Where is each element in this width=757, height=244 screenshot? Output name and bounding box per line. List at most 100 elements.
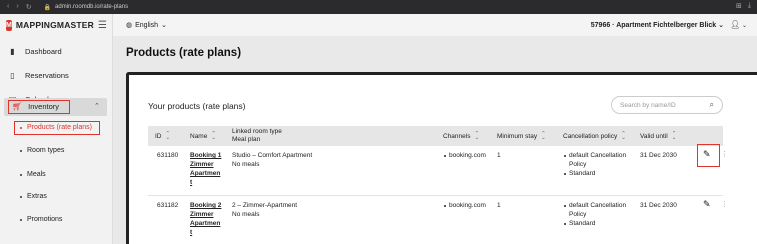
cart-icon: 🛒︎ xyxy=(12,102,23,111)
column-header-label: ID xyxy=(155,132,162,140)
product-name-line: Apartmen xyxy=(190,170,221,177)
column-header-label: Minimum stay xyxy=(497,132,538,140)
sort-icon: ⌃ ⌄ xyxy=(541,131,546,141)
column-header-cancellation[interactable]: Cancellation policy ⌃ ⌄ xyxy=(563,131,626,141)
column-header-name[interactable]: Name ⌃ ⌄ xyxy=(190,131,216,141)
column-header-linked: Linked room type Meal plan xyxy=(232,128,282,144)
column-header-valid-until[interactable]: Valid until ⌃ ⌄ xyxy=(640,131,676,141)
chevron-down-icon: ⌄ xyxy=(718,22,724,29)
cancellation-line: Policy xyxy=(569,161,587,168)
product-name-line: t xyxy=(190,179,193,186)
bullet-icon xyxy=(20,195,22,198)
sidebar-item-dashboard[interactable]: ▮ Dashboard xyxy=(8,47,61,56)
sidebar-item-label: Inventory xyxy=(28,102,60,111)
product-name-line: Booking 1 xyxy=(190,152,222,159)
user-menu[interactable]: 👤︎ ⌄ xyxy=(730,20,747,29)
card-title: Your products (rate plans) xyxy=(148,101,246,111)
product-name-link[interactable]: Booking 2 Zimmer Apartmen t xyxy=(190,201,221,237)
sort-icon: ⌃ ⌄ xyxy=(211,131,216,141)
cell-channel: booking.com xyxy=(444,151,486,160)
bullet-icon xyxy=(444,154,446,157)
cell-cancellation: default Cancellation Policy Standard xyxy=(564,151,626,178)
sidebar-item-label: Reservations xyxy=(25,71,69,80)
reload-icon[interactable]: ↻ xyxy=(26,3,32,11)
download-icon[interactable]: ⤓ xyxy=(748,2,751,10)
address-bar[interactable]: 🔒 admin.roomdb.io/rate-plans xyxy=(44,4,129,11)
cancellation-line: default Cancellation xyxy=(569,202,627,209)
language-label: English xyxy=(135,21,159,29)
column-header-label: Meal plan xyxy=(232,136,261,143)
hamburger-menu-icon[interactable]: ☰ xyxy=(98,20,107,31)
brand-logo: M xyxy=(6,19,12,31)
cancellation-line: Policy xyxy=(569,211,587,218)
channel-name: booking.com xyxy=(449,152,486,159)
row-divider xyxy=(148,195,723,196)
page-title: Products (rate plans) xyxy=(126,47,242,59)
column-header-label: Channels xyxy=(443,132,471,140)
cancellation-extra: Standard xyxy=(569,220,596,227)
room-type: Studio – Comfort Apartment xyxy=(232,152,313,159)
search-icon[interactable]: ⌕ xyxy=(710,100,714,110)
product-name-line: Booking 2 xyxy=(190,202,222,209)
more-options-icon[interactable]: ⋮ xyxy=(721,150,728,158)
bar-chart-icon: ▮ xyxy=(10,47,15,56)
column-header-label: Name xyxy=(190,132,208,140)
sidebar-subitem-label: Room types xyxy=(27,147,65,154)
bullet-icon xyxy=(564,154,566,157)
back-icon[interactable]: ‹ xyxy=(7,3,9,11)
product-name-link[interactable]: Booking 1 Zimmer Apartmen t xyxy=(190,151,221,187)
column-header-min-stay[interactable]: Minimum stay ⌃ ⌄ xyxy=(497,131,546,141)
sidebar-subitem-promotions[interactable]: Promotions xyxy=(20,216,62,223)
extension-icon[interactable]: ⊞ xyxy=(736,2,742,10)
browser-nav: ‹ › ↻ xyxy=(7,3,32,11)
sidebar-subitem-extras[interactable]: Extras xyxy=(20,193,47,200)
sidebar-subitem-room-types[interactable]: Room types xyxy=(20,147,64,154)
user-icon: 👤︎ xyxy=(730,20,741,29)
cell-valid-until: 31 Dec 2030 xyxy=(640,202,677,209)
cell-linked: 2 – Zimmer-Apartment No meals xyxy=(232,201,297,219)
sidebar-subitem-meals[interactable]: Meals xyxy=(20,171,46,178)
language-selector[interactable]: ◍ English ⌄ xyxy=(126,21,167,30)
brand-name: MAPPINGMASTER xyxy=(15,20,95,30)
property-selector[interactable]: 57966 · Apartment Fichtelberger Blick ⌄ xyxy=(591,21,724,29)
column-header-id[interactable]: ID ⌃ ⌄ xyxy=(155,131,171,141)
column-header-label: Linked room type xyxy=(232,128,282,135)
column-header-label: Valid until xyxy=(640,132,668,140)
brand: M MAPPINGMASTER ☰ xyxy=(0,14,112,36)
bullet-icon xyxy=(20,126,22,129)
property-label: 57966 · Apartment Fichtelberger Blick xyxy=(590,22,717,29)
forward-icon[interactable]: › xyxy=(16,3,18,11)
cancellation-extra: Standard xyxy=(569,170,596,177)
channel-name: booking.com xyxy=(449,202,486,209)
sidebar-subitem-products[interactable]: Products (rate plans) xyxy=(20,124,92,131)
sort-icon: ⌃ ⌄ xyxy=(165,131,171,141)
cell-min-stay: 1 xyxy=(497,202,501,209)
sidebar-item-reservations[interactable]: ▯ Reservations xyxy=(8,71,69,80)
meal-plan: No meals xyxy=(232,211,260,218)
meal-plan: No meals xyxy=(232,161,260,168)
sidebar-subitem-label: Meals xyxy=(27,171,46,178)
cell-min-stay: 1 xyxy=(497,152,501,159)
browser-extensions: ⊞ ⤓ xyxy=(736,2,751,10)
cell-cancellation: default Cancellation Policy Standard xyxy=(564,201,626,228)
topbar: ◍ English ⌄ 57966 · Apartment Fichtelber… xyxy=(113,14,757,36)
column-header-channels[interactable]: Channels ⌃ ⌄ xyxy=(443,131,480,141)
chevron-down-icon: ⌄ xyxy=(161,22,167,29)
edit-pencil-icon[interactable]: ✎ xyxy=(703,199,711,210)
bullet-icon xyxy=(20,149,22,152)
bullet-icon xyxy=(564,204,566,207)
cell-channel: booking.com xyxy=(444,201,486,210)
lock-icon: 🔒 xyxy=(43,4,52,11)
edit-pencil-icon[interactable]: ✎ xyxy=(703,149,711,160)
globe-icon: ◍ xyxy=(126,22,133,29)
search-input[interactable]: Search by name/ID ⌕ xyxy=(611,96,723,114)
column-header-label: Cancellation policy xyxy=(563,132,618,140)
search-placeholder: Search by name/ID xyxy=(620,101,676,109)
bullet-icon xyxy=(20,173,22,176)
book-icon: ▯ xyxy=(10,71,15,80)
sidebar-item-inventory[interactable]: 🛒︎ Inventory xyxy=(12,102,59,111)
bullet-icon xyxy=(564,222,566,225)
chevron-up-icon[interactable]: ⌃ xyxy=(94,102,100,110)
sort-icon: ⌃ ⌄ xyxy=(474,131,480,141)
more-options-icon[interactable]: ⋮ xyxy=(721,200,728,208)
